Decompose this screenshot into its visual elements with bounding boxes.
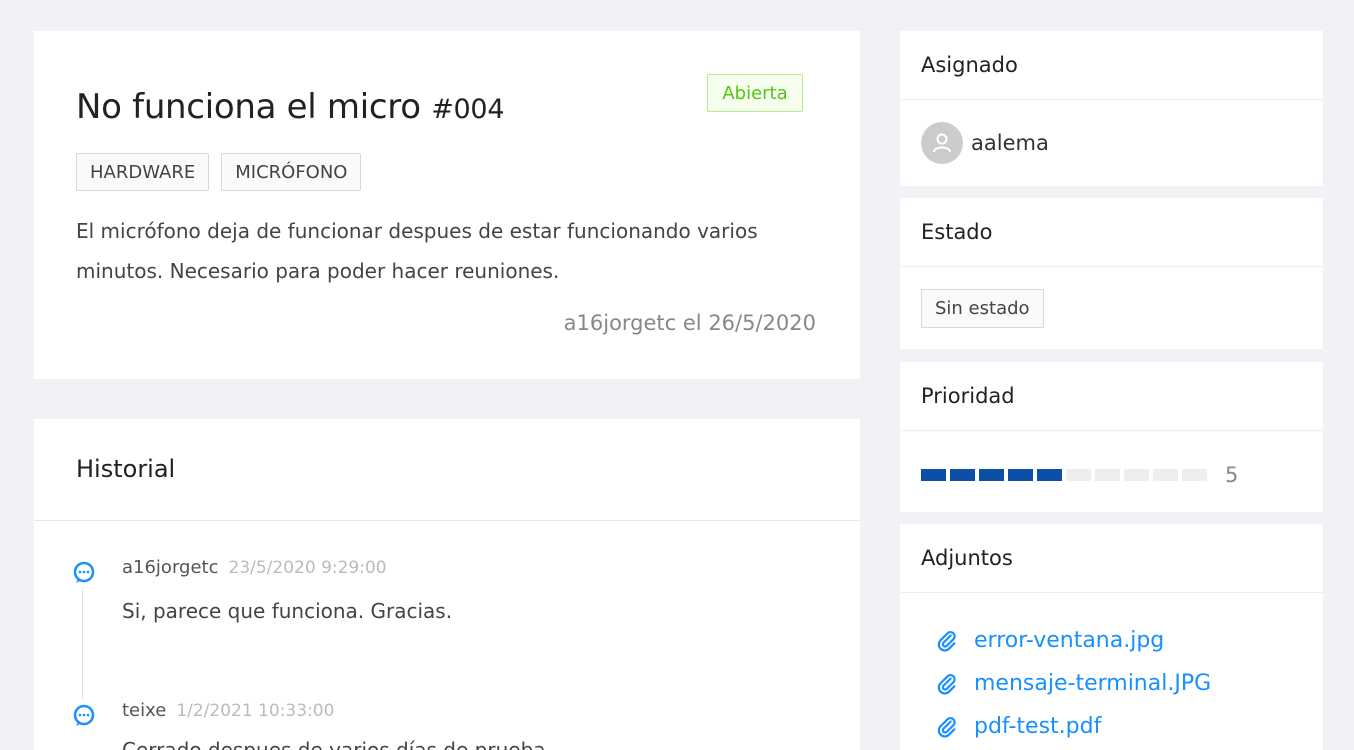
- assignee[interactable]: aalema: [900, 100, 1323, 164]
- priority-segment: [979, 469, 1004, 481]
- ticket-meta: a16jorgetc el 26/5/2020: [563, 311, 816, 335]
- paperclip-icon: [937, 630, 956, 651]
- ticket-title-text: No funciona el micro: [76, 87, 421, 127]
- attachment-link[interactable]: error-ventana.jpg: [936, 619, 1323, 662]
- attachments-heading: Adjuntos: [900, 524, 1323, 593]
- status-heading: Estado: [900, 198, 1323, 267]
- priority-segment: [921, 469, 946, 481]
- ticket-number: #004: [431, 94, 505, 125]
- history-card: Historial a16jorgetc 23/5/2020 9:29:00 Si…: [34, 419, 860, 750]
- history-text: Si, parece que funciona. Gracias.: [122, 599, 453, 623]
- user-icon: [921, 122, 963, 164]
- priority-segment: [1153, 469, 1178, 481]
- ticket-description: El micrófono deja de funcionar despues d…: [76, 219, 758, 283]
- priority-segment: [1008, 469, 1033, 481]
- comment-icon: [72, 704, 96, 728]
- priority-segment: [1124, 469, 1149, 481]
- priority-bar: [921, 469, 1207, 481]
- status-card: Estado Sin estado: [900, 198, 1323, 349]
- assigned-card: Asignado aalema: [900, 31, 1323, 186]
- tag-hardware: HARDWARE: [76, 153, 210, 191]
- history-date: 1/2/2021 10:33:00: [176, 701, 335, 721]
- priority-segment: [1037, 469, 1062, 481]
- ticket-title: No funciona el micro #004: [76, 87, 505, 127]
- history-entry-header: a16jorgetc 23/5/2020 9:29:00: [122, 557, 387, 578]
- priority-heading: Prioridad: [900, 362, 1323, 431]
- attachments-card: Adjuntos error-ventana.jpg mensaje-termi…: [900, 524, 1323, 750]
- attachment-link[interactable]: mensaje-terminal.JPG: [936, 662, 1323, 705]
- priority-segment: [1095, 469, 1120, 481]
- ticket-tags: HARDWARE MICRÓFONO: [76, 153, 362, 191]
- status-badge: Abierta: [707, 74, 803, 112]
- priority-row: 5: [900, 431, 1323, 487]
- timeline-line: [82, 589, 83, 699]
- history-entry-header: teixe 1/2/2021 10:33:00: [122, 700, 334, 721]
- priority-value: 5: [1225, 463, 1239, 487]
- priority-card: Prioridad 5: [900, 362, 1323, 512]
- priority-segment: [1182, 469, 1207, 481]
- history-date: 23/5/2020 9:29:00: [228, 558, 387, 578]
- history-author: a16jorgetc: [122, 557, 219, 578]
- priority-segment: [950, 469, 975, 481]
- attachment-name: error-ventana.jpg: [974, 628, 1165, 653]
- assignee-name: aalema: [971, 131, 1049, 155]
- history-text: Cerrado despues de varios días de prueba…: [122, 738, 552, 750]
- attachment-link[interactable]: pdf-test.pdf: [936, 705, 1323, 748]
- attachment-name: mensaje-terminal.JPG: [974, 671, 1212, 696]
- paperclip-icon: [937, 716, 956, 737]
- history-title: Historial: [76, 455, 176, 483]
- ticket-card: No funciona el micro #004 Abierta HARDWA…: [34, 31, 860, 379]
- priority-segment: [1066, 469, 1091, 481]
- tag-microfono: MICRÓFONO: [221, 153, 362, 191]
- paperclip-icon: [937, 673, 956, 694]
- divider: [34, 520, 860, 521]
- attachment-name: pdf-test.pdf: [974, 714, 1102, 739]
- comment-icon: [72, 561, 96, 585]
- attachment-list: error-ventana.jpg mensaje-terminal.JPG p…: [900, 593, 1323, 748]
- history-author: teixe: [122, 700, 167, 721]
- status-tag[interactable]: Sin estado: [921, 289, 1044, 328]
- assigned-heading: Asignado: [900, 31, 1323, 100]
